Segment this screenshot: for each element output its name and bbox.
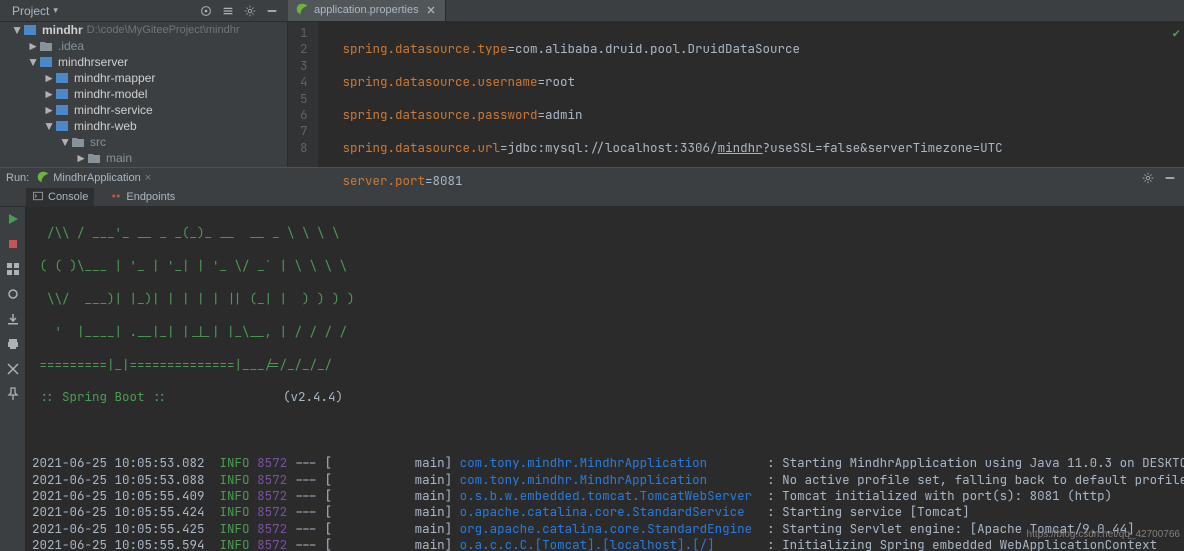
project-dropdown[interactable]: Project ▾	[0, 4, 66, 18]
project-tree[interactable]: ▼ mindhr D:\code\MyGiteeProject\mindhr ►…	[0, 22, 288, 167]
tree-item[interactable]: ►main	[0, 150, 287, 166]
run-action-gutter	[0, 207, 26, 551]
gear-icon[interactable]	[242, 3, 258, 19]
folder-icon	[38, 38, 54, 54]
tab-application-properties[interactable]: application.properties	[288, 0, 446, 21]
hide-icon[interactable]	[264, 3, 280, 19]
layout-icon[interactable]	[5, 261, 21, 277]
analysis-ok-icon[interactable]: ✔	[1172, 24, 1180, 41]
console-output[interactable]: /\\ / ___'_ __ _ _(_)_ __ __ _ \ \ \ \ (…	[26, 207, 1184, 551]
close-icon[interactable]: ×	[145, 172, 151, 184]
module-icon	[22, 22, 38, 38]
rerun-icon[interactable]	[5, 211, 21, 227]
log-line: 2021-06-25 10:05:55.409 INFO 8572 --- [ …	[32, 488, 1184, 504]
tree-root[interactable]: ▼ mindhr D:\code\MyGiteeProject\mindhr	[0, 22, 287, 38]
tree-item[interactable]: ►mindhr-model	[0, 86, 287, 102]
hide-icon[interactable]	[1162, 170, 1178, 186]
log-line: 2021-06-25 10:05:53.082 INFO 8572 --- [ …	[32, 455, 1184, 471]
run-tool-window: Run: MindhrApplication × Console Endpoin…	[0, 167, 1184, 551]
chevron-icon[interactable]: ►	[44, 71, 54, 85]
tab-endpoints[interactable]: Endpoints	[104, 188, 181, 207]
attach-icon[interactable]	[5, 286, 21, 302]
folder-icon	[54, 102, 70, 118]
log-line: 2021-06-25 10:05:55.424 INFO 8572 --- [ …	[32, 504, 1184, 520]
delete-icon[interactable]	[5, 361, 21, 377]
console-icon	[32, 190, 44, 205]
endpoints-icon	[110, 190, 122, 205]
tree-item[interactable]: ▼src	[0, 134, 287, 150]
chevron-down-icon[interactable]: ▼	[12, 23, 22, 37]
collapse-icon[interactable]	[220, 3, 236, 19]
tab-label: application.properties	[314, 4, 419, 16]
run-label: Run:	[6, 172, 29, 184]
chevron-icon[interactable]: ▼	[28, 55, 38, 69]
close-icon[interactable]	[425, 4, 437, 16]
editor-tabs: application.properties	[288, 0, 1184, 22]
tree-item[interactable]: ►.idea	[0, 38, 287, 54]
run-config-name[interactable]: MindhrApplication	[53, 172, 140, 184]
folder-icon	[70, 134, 86, 150]
editor-gutter: 12345678	[288, 22, 319, 167]
chevron-icon[interactable]: ►	[28, 39, 38, 53]
folder-icon	[54, 118, 70, 134]
tree-item[interactable]: ►mindhr-service	[0, 102, 287, 118]
leaf-icon	[37, 171, 49, 186]
folder-icon	[54, 86, 70, 102]
chevron-icon[interactable]: ▼	[60, 135, 70, 149]
log-line: 2021-06-25 10:05:55.594 INFO 8572 --- [ …	[32, 537, 1184, 551]
project-label-text: Project	[12, 4, 49, 18]
dump-icon[interactable]	[5, 311, 21, 327]
log-line: 2021-06-25 10:05:53.088 INFO 8572 --- [ …	[32, 472, 1184, 488]
folder-icon	[54, 70, 70, 86]
tree-item[interactable]: ▼mindhrserver	[0, 54, 287, 70]
tab-console[interactable]: Console	[26, 188, 94, 207]
locate-icon[interactable]	[198, 3, 214, 19]
code-editor[interactable]: 12345678 spring.datasource.type=com.alib…	[288, 22, 1184, 167]
chevron-icon[interactable]: ►	[44, 103, 54, 117]
dropdown-icon: ▾	[53, 5, 58, 16]
chevron-icon[interactable]: ▼	[44, 119, 54, 133]
chevron-icon[interactable]: ►	[76, 151, 86, 165]
project-toolbar: Project ▾	[0, 0, 288, 22]
chevron-icon[interactable]: ►	[44, 87, 54, 101]
folder-icon	[38, 54, 54, 70]
gear-icon[interactable]	[1140, 170, 1156, 186]
leaf-icon	[296, 3, 308, 18]
code-content[interactable]: spring.datasource.type=com.alibaba.druid…	[319, 22, 1003, 167]
folder-icon	[86, 150, 102, 166]
print-icon[interactable]	[5, 336, 21, 352]
log-line: 2021-06-25 10:05:55.425 INFO 8572 --- [ …	[32, 521, 1184, 537]
tree-item[interactable]: ►mindhr-mapper	[0, 70, 287, 86]
stop-icon[interactable]	[5, 236, 21, 252]
tree-item[interactable]: ▼mindhr-web	[0, 118, 287, 134]
watermark: https://blog.csdn.net/qq_42700766	[1027, 527, 1180, 543]
pin-icon[interactable]	[5, 386, 21, 402]
